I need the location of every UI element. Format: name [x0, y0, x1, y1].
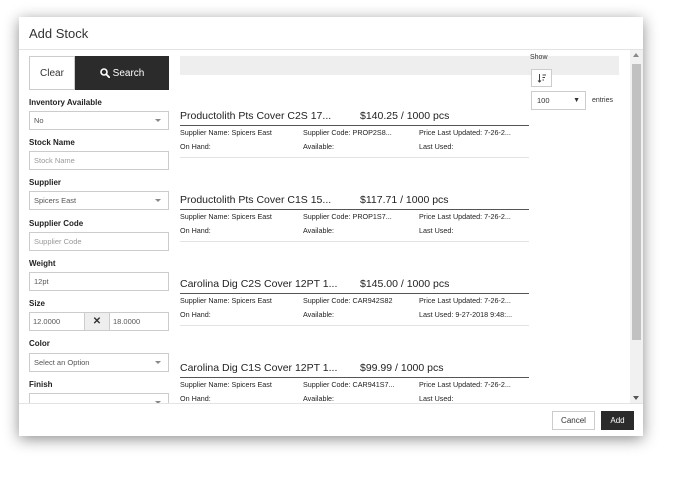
color-value: Select an Option: [34, 358, 90, 367]
stock-item-available: Available:: [303, 142, 335, 151]
scroll-down-arrow-icon[interactable]: [633, 396, 639, 400]
stock-item-price: $140.25 / 1000 pcs: [360, 110, 450, 122]
sort-button[interactable]: [531, 69, 552, 87]
search-button[interactable]: Search: [75, 56, 169, 90]
entries-per-page-value: 100: [537, 96, 550, 105]
stock-item-supplier-name: Supplier Name: Spicers East: [180, 296, 272, 305]
times-icon: ✕: [85, 312, 109, 331]
stock-item-supplier-name: Supplier Name: Spicers East: [180, 128, 272, 137]
finish-label: Finish: [29, 380, 53, 389]
dropdown-arrow-icon: ▼: [573, 97, 580, 104]
color-select[interactable]: Select an Option: [29, 353, 169, 372]
stock-item-price-updated: Price Last Updated: 7-26-2...: [419, 212, 511, 221]
entries-per-page-select[interactable]: 100 ▼: [531, 91, 586, 110]
entries-label: entries: [592, 97, 614, 104]
color-label: Color: [29, 339, 50, 348]
chevron-down-icon: [155, 361, 161, 364]
sort-icon: [537, 74, 546, 83]
stock-item[interactable]: Carolina Dig C1S Cover 12PT 1... $99.99 …: [180, 327, 529, 403]
weight-label: Weight: [29, 259, 56, 268]
chevron-down-icon: [155, 199, 161, 202]
stock-item-name: Carolina Dig C2S Cover 12PT 1...: [180, 278, 338, 290]
stock-item-supplier-name: Supplier Name: Spicers East: [180, 380, 272, 389]
stock-item-title-row: Productolith Pts Cover C2S 17... $140.25…: [180, 110, 529, 126]
stock-item-title-row: Carolina Dig C2S Cover 12PT 1... $145.00…: [180, 278, 529, 294]
stock-list: Productolith Pts Cover C2S 17... $140.25…: [180, 75, 529, 403]
scroll-up-arrow-icon[interactable]: [633, 53, 639, 57]
size-width-input[interactable]: 12.0000: [29, 312, 85, 331]
stock-item-supplier-code: Supplier Code: PROP1S7...: [303, 212, 392, 221]
stock-item-last-used: Last Used:: [419, 226, 454, 235]
stock-item[interactable]: Carolina Dig C2S Cover 12PT 1... $145.00…: [180, 243, 529, 326]
stock-item-price: $99.99 / 1000 pcs: [360, 362, 444, 374]
supplier-code-label: Supplier Code: [29, 219, 84, 228]
stock-item-title-row: Carolina Dig C1S Cover 12PT 1... $99.99 …: [180, 362, 529, 378]
stock-item-price-updated: Price Last Updated: 7-26-2...: [419, 380, 511, 389]
supplier-value: Spicers East: [34, 196, 77, 205]
modal-body: Clear Search Inventory Available No Stoc…: [19, 50, 643, 403]
stock-item-name: Carolina Dig C1S Cover 12PT 1...: [180, 362, 338, 374]
finish-select[interactable]: [29, 393, 169, 403]
stock-item-supplier-code: Supplier Code: CAR941S7...: [303, 380, 395, 389]
modal-header: Add Stock: [19, 17, 643, 50]
stock-item-on-hand: On Hand:: [180, 226, 211, 235]
modal-title: Add Stock: [29, 26, 89, 41]
clear-button[interactable]: Clear: [29, 56, 75, 90]
stock-item-on-hand: On Hand:: [180, 310, 211, 319]
results-panel: Productolith Pts Cover C2S 17... $140.25…: [180, 54, 619, 403]
stock-item-on-hand: On Hand:: [180, 394, 211, 403]
inventory-available-value: No: [34, 116, 44, 125]
stock-item-price: $145.00 / 1000 pcs: [360, 278, 450, 290]
stock-item-available: Available:: [303, 394, 335, 403]
stock-item[interactable]: Productolith Pts Cover C1S 15... $117.71…: [180, 159, 529, 242]
size-height-input[interactable]: 18.0000: [109, 312, 169, 331]
stock-item-price-updated: Price Last Updated: 7-26-2...: [419, 296, 511, 305]
inventory-available-select[interactable]: No: [29, 111, 169, 130]
stock-item-available: Available:: [303, 310, 335, 319]
cancel-button[interactable]: Cancel: [552, 411, 595, 430]
stock-item-last-used: Last Used:: [419, 394, 454, 403]
modal-scrollbar[interactable]: [630, 50, 643, 403]
stock-name-label: Stock Name: [29, 138, 75, 147]
add-button[interactable]: Add: [601, 411, 634, 430]
add-stock-modal: Add Stock Clear Search Inventory Availab…: [19, 17, 643, 436]
filter-sidebar: Clear Search Inventory Available No Stoc…: [29, 56, 171, 403]
modal-footer: Cancel Add: [19, 403, 643, 436]
stock-item-name: Productolith Pts Cover C2S 17...: [180, 110, 332, 122]
scrollbar-thumb[interactable]: [632, 64, 641, 340]
chevron-down-icon: [155, 119, 161, 122]
weight-input[interactable]: 12pt: [29, 272, 169, 291]
stock-name-input[interactable]: Stock Name: [29, 151, 169, 170]
stock-item-price-updated: Price Last Updated: 7-26-2...: [419, 128, 511, 137]
stock-item-title-row: Productolith Pts Cover C1S 15... $117.71…: [180, 194, 529, 210]
search-button-label: Search: [112, 67, 145, 79]
stock-item-on-hand: On Hand:: [180, 142, 211, 151]
inventory-available-label: Inventory Available: [29, 98, 102, 107]
stock-item-supplier-name: Supplier Name: Spicers East: [180, 212, 272, 221]
stock-item-last-used: Last Used: 9-27-2018 9:48:...: [419, 310, 513, 319]
search-icon: [99, 68, 110, 78]
stock-item-supplier-code: Supplier Code: CAR942S82: [303, 296, 393, 305]
stock-item-available: Available:: [303, 226, 335, 235]
supplier-select[interactable]: Spicers East: [29, 191, 169, 210]
supplier-code-input[interactable]: Supplier Code: [29, 232, 169, 251]
stock-item-price: $117.71 / 1000 pcs: [360, 194, 449, 206]
results-header-bar: [180, 56, 619, 75]
stock-item-supplier-code: Supplier Code: PROP2S8...: [303, 128, 392, 137]
stock-item[interactable]: Productolith Pts Cover C2S 17... $140.25…: [180, 75, 529, 158]
size-row: 12.0000 ✕ 18.0000: [29, 312, 169, 331]
stock-item-last-used: Last Used:: [419, 142, 454, 151]
show-label: Show: [530, 54, 548, 61]
stock-item-name: Productolith Pts Cover C1S 15...: [180, 194, 332, 206]
supplier-label: Supplier: [29, 178, 62, 187]
size-label: Size: [29, 299, 46, 308]
